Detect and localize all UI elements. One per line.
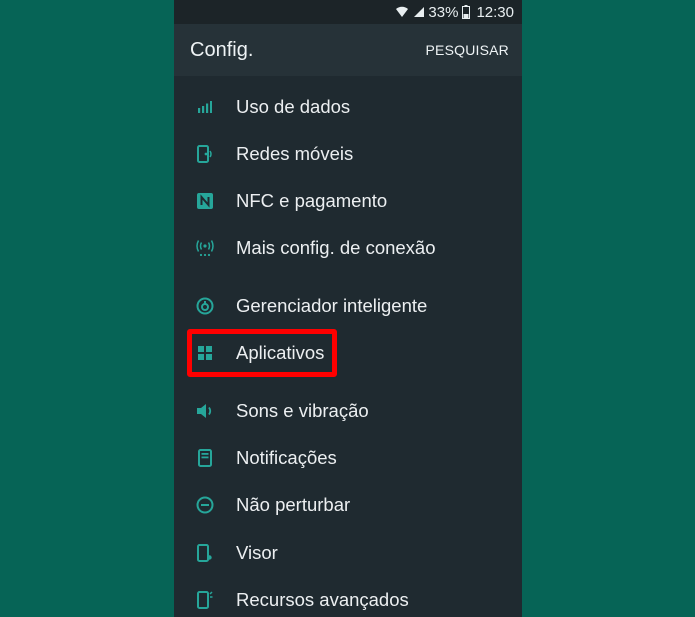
clock: 12:30	[476, 3, 514, 21]
settings-item-do-not-disturb[interactable]: Não perturbar	[174, 482, 522, 528]
status-bar: 33% 12:30	[174, 0, 522, 24]
page-title: Config.	[190, 38, 254, 61]
settings-item-label: Gerenciador inteligente	[236, 295, 428, 316]
settings-item-label: Visor	[236, 542, 278, 563]
battery-percent: 33%	[428, 3, 459, 21]
app-bar: Config. PESQUISAR	[174, 24, 522, 76]
settings-item-more-connection[interactable]: Mais config. de conexão	[174, 225, 522, 271]
settings-item-label: NFC e pagamento	[236, 190, 388, 211]
settings-item-label: Recursos avançados	[236, 589, 409, 610]
do-not-disturb-icon	[194, 494, 216, 516]
settings-item-label: Mais config. de conexão	[236, 237, 436, 258]
data-usage-icon	[194, 96, 216, 118]
notifications-icon	[194, 447, 216, 469]
advanced-features-icon	[194, 589, 216, 611]
sound-icon	[194, 400, 216, 422]
battery-icon	[462, 5, 471, 19]
settings-item-advanced-features[interactable]: Recursos avançados	[174, 577, 522, 617]
settings-item-mobile-networks[interactable]: Redes móveis	[174, 131, 522, 177]
apps-highlight-box	[187, 329, 337, 377]
mobile-networks-icon	[194, 143, 216, 165]
wifi-icon	[395, 6, 409, 18]
settings-item-label: Redes móveis	[236, 143, 354, 164]
settings-item-label: Sons e vibração	[236, 400, 369, 421]
phone-screen: 33% 12:30 Config. PESQUISAR Uso de dados…	[174, 0, 522, 617]
nfc-icon	[194, 190, 216, 212]
settings-item-smart-manager[interactable]: Gerenciador inteligente	[174, 283, 522, 329]
smart-manager-icon	[194, 295, 216, 317]
settings-item-label: Notificações	[236, 447, 337, 468]
more-connection-icon	[194, 237, 216, 259]
search-button[interactable]: PESQUISAR	[426, 42, 510, 58]
signal-icon	[413, 6, 425, 18]
display-icon	[194, 542, 216, 564]
settings-item-data-usage[interactable]: Uso de dados	[174, 84, 522, 130]
settings-item-display[interactable]: Visor	[174, 530, 522, 576]
settings-item-nfc[interactable]: NFC e pagamento	[174, 178, 522, 224]
settings-item-label: Não perturbar	[236, 494, 351, 515]
settings-item-label: Uso de dados	[236, 96, 351, 117]
settings-item-sounds[interactable]: Sons e vibração	[174, 388, 522, 434]
settings-item-notifications[interactable]: Notificações	[174, 435, 522, 481]
